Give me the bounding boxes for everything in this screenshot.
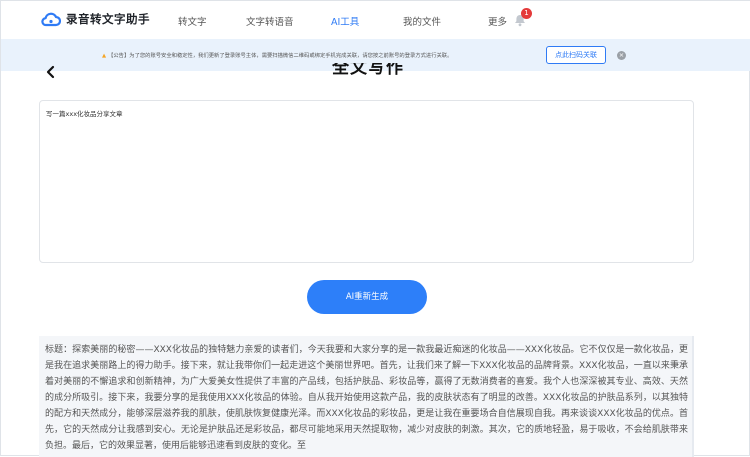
nav-item-my-files[interactable]: 我的文件 — [403, 14, 441, 28]
app-logo[interactable]: 录音转文字助手 — [41, 11, 150, 27]
ai-regenerate-button[interactable]: AI重新生成 — [307, 280, 427, 314]
nav-item-more[interactable]: 更多 — [488, 14, 507, 28]
prompt-text: 写一篇xxx化妆品分享文章 — [46, 110, 123, 118]
nav-item-transcribe[interactable]: 转文字 — [178, 14, 207, 28]
scan-link-button[interactable]: 点此扫码关联 — [546, 46, 606, 64]
close-icon[interactable]: × — [617, 51, 626, 60]
nav-item-text-to-speech[interactable]: 文字转语音 — [246, 14, 294, 28]
warning-icon: ▲ — [102, 53, 107, 59]
page-title: 全文写作 — [332, 63, 404, 79]
generated-article-panel: 标题：探索美丽的秘密——XXX化妆品的独特魅力亲爱的读者们，今天我要和大家分享的… — [39, 336, 694, 457]
top-nav: 录音转文字助手 转文字 文字转语音 AI工具 我的文件 更多 1 — [1, 1, 750, 39]
page-title-text: 全文写作 — [332, 63, 404, 78]
prompt-textarea[interactable]: 写一篇xxx化妆品分享文章 — [39, 100, 694, 263]
notification-badge: 1 — [521, 8, 532, 19]
cloud-logo-icon — [41, 12, 61, 27]
announcement-text: ▲ 【公告】为了您的账号安全和稳定性，我们更新了登录账号主体，需要扫描微信二维码或… — [102, 51, 452, 59]
chevron-left-icon[interactable] — [45, 65, 57, 79]
generated-article-text: 标题：探索美丽的秘密——XXX化妆品的独特魅力亲爱的读者们，今天我要和大家分享的… — [45, 345, 688, 451]
app-window: 录音转文字助手 转文字 文字转语音 AI工具 我的文件 更多 1 ▲ 【公告】为了… — [0, 0, 750, 457]
announcement-message: 【公告】为了您的账号安全和稳定性，我们更新了登录账号主体，需要扫描微信二维码或绑… — [108, 53, 453, 59]
nav-item-ai-tools[interactable]: AI工具 — [331, 14, 359, 28]
app-name: 录音转文字助手 — [66, 12, 150, 26]
